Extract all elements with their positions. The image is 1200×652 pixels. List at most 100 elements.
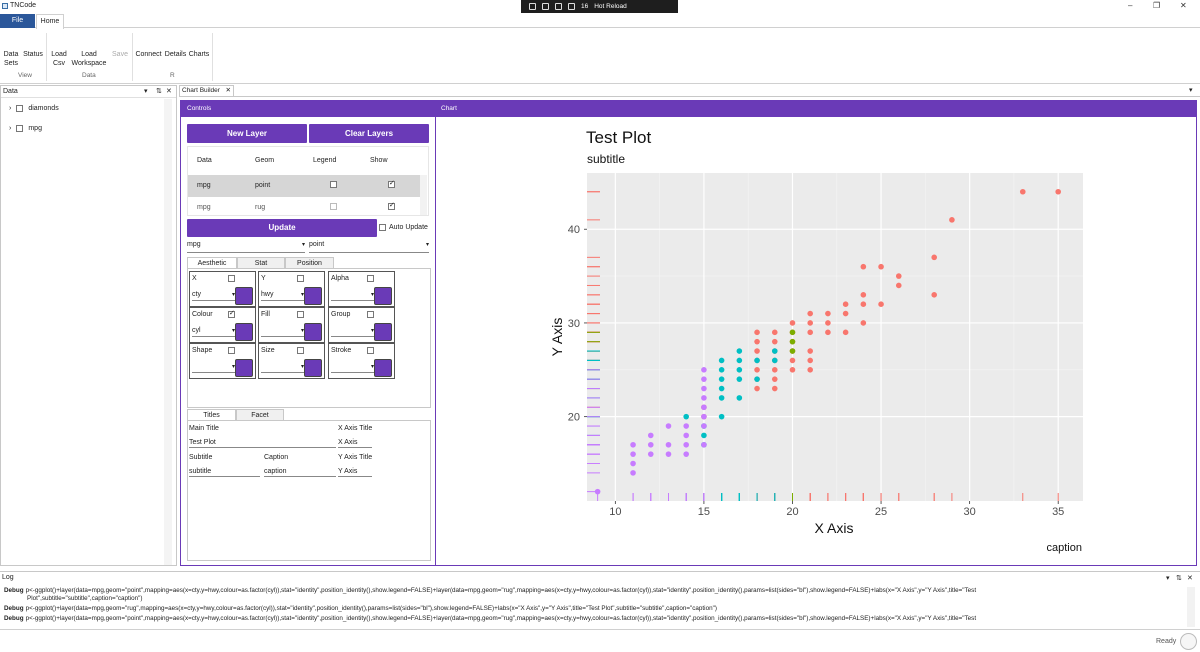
show-checkbox[interactable]: [388, 201, 395, 210]
caption-input[interactable]: caption: [264, 465, 336, 477]
data-sets-button[interactable]: Data Sets: [3, 50, 19, 68]
data-point: [825, 310, 831, 317]
load-workspace-button[interactable]: Load Workspace: [71, 50, 107, 68]
aes-select[interactable]: cty ▾: [192, 288, 236, 301]
close-tab-icon[interactable]: ✕: [226, 86, 231, 96]
dataset-checkbox[interactable]: [16, 105, 24, 112]
legend-checkbox[interactable]: [330, 181, 337, 188]
chevron-right-icon[interactable]: ›: [9, 125, 11, 132]
data-point: [647, 432, 654, 439]
data-point: [825, 329, 831, 336]
panel-menu-icon[interactable]: ▾: [1166, 574, 1170, 582]
color-swatch[interactable]: [374, 287, 392, 305]
geom-select[interactable]: point ▾: [309, 241, 429, 253]
track-focus-icon[interactable]: [555, 3, 562, 10]
aes-select[interactable]: ▾: [261, 324, 305, 337]
details-button[interactable]: Details: [164, 50, 187, 59]
close-panel-icon[interactable]: ✕: [166, 86, 172, 97]
display-layout-icon[interactable]: [542, 3, 549, 10]
maximize-icon[interactable]: ❐: [1153, 1, 1160, 10]
connect-button[interactable]: Connect: [134, 50, 163, 59]
status-button[interactable]: Status: [22, 50, 44, 59]
aes-checkbox[interactable]: [367, 347, 374, 354]
data-point: [594, 488, 601, 495]
panel-menu-icon[interactable]: ▾: [144, 86, 148, 97]
aes-checkbox[interactable]: [297, 311, 304, 318]
aes-select[interactable]: hwy ▾: [261, 288, 305, 301]
x-axis-title-input[interactable]: X Axis: [338, 436, 372, 448]
auto-update-toggle[interactable]: Auto Update: [379, 224, 428, 231]
show-checkbox[interactable]: [388, 179, 395, 188]
scrollbar[interactable]: [420, 175, 427, 215]
group-label-r: R: [170, 72, 175, 79]
aes-checkbox[interactable]: [228, 309, 235, 318]
data-point: [931, 254, 937, 261]
new-layer-button[interactable]: New Layer: [187, 124, 307, 143]
color-swatch[interactable]: [304, 287, 322, 305]
aes-select[interactable]: ▾: [331, 360, 375, 373]
tab-chart-builder[interactable]: Chart Builder ✕: [179, 85, 234, 96]
layer-row[interactable]: mpg point: [188, 175, 420, 197]
color-swatch[interactable]: [304, 323, 322, 341]
aes-select[interactable]: ▾: [331, 288, 375, 301]
clear-layers-button[interactable]: Clear Layers: [309, 124, 429, 143]
pin-icon[interactable]: ⇅: [1176, 574, 1182, 582]
binding-failures-count[interactable]: 16: [581, 3, 588, 10]
aes-select[interactable]: cyl ▾: [192, 324, 236, 337]
column-header: Legend: [313, 157, 337, 164]
chart-header: Chart: [436, 100, 1197, 117]
color-swatch[interactable]: [304, 359, 322, 377]
aes-shape: Shape ▾: [189, 343, 256, 379]
data-point: [736, 367, 743, 373]
aes-checkbox[interactable]: [297, 347, 304, 354]
aes-checkbox[interactable]: [297, 275, 304, 282]
aes-label: Fill: [261, 311, 270, 318]
save-button[interactable]: Save: [110, 50, 130, 59]
scrollbar[interactable]: [1187, 587, 1195, 627]
close-window-icon[interactable]: ✕: [1180, 1, 1187, 10]
aes-select[interactable]: ▾: [192, 360, 236, 373]
color-swatch[interactable]: [235, 359, 253, 377]
legend-checkbox[interactable]: [330, 203, 337, 210]
close-panel-icon[interactable]: ✕: [1187, 574, 1193, 582]
data-point: [701, 385, 707, 392]
tree-item-diamonds[interactable]: › diamonds: [9, 105, 59, 112]
data-point: [771, 367, 778, 373]
data-select[interactable]: mpg ▾: [187, 241, 305, 253]
tab-overflow-icon[interactable]: ▾: [1189, 86, 1193, 94]
dataset-checkbox[interactable]: [16, 125, 24, 132]
data-point: [683, 432, 689, 439]
pin-icon[interactable]: ⇅: [156, 86, 162, 97]
tab-home[interactable]: Home: [36, 14, 64, 29]
y-axis-title-input[interactable]: Y Axis: [338, 465, 372, 477]
aes-select[interactable]: ▾: [331, 324, 375, 337]
charts-button[interactable]: Charts: [188, 50, 210, 59]
hot-reload-label[interactable]: Hot Reload: [594, 3, 627, 10]
main-title-input[interactable]: Test Plot: [189, 436, 336, 448]
aes-checkbox[interactable]: [367, 275, 374, 282]
data-point: [771, 357, 778, 364]
aes-checkbox[interactable]: [367, 311, 374, 318]
chevron-right-icon[interactable]: ›: [9, 105, 11, 112]
subtitle-input[interactable]: subtitle: [189, 465, 260, 477]
aes-select[interactable]: ▾: [261, 360, 305, 373]
aes-checkbox[interactable]: [228, 347, 235, 354]
select-element-icon[interactable]: [529, 3, 536, 10]
layer-row[interactable]: mpg rug: [188, 197, 420, 219]
color-swatch[interactable]: [374, 359, 392, 377]
aes-colour: Colour cyl▾: [189, 307, 256, 343]
minimize-icon[interactable]: –: [1128, 1, 1132, 10]
aes-checkbox[interactable]: [228, 275, 235, 282]
data-point: [701, 441, 707, 448]
color-swatch[interactable]: [235, 287, 253, 305]
tree-item-mpg[interactable]: › mpg: [9, 125, 42, 132]
load-csv-button[interactable]: Load Csv: [49, 50, 69, 68]
color-swatch[interactable]: [374, 323, 392, 341]
tab-file[interactable]: File: [0, 14, 35, 28]
update-button[interactable]: Update: [187, 219, 377, 237]
color-swatch[interactable]: [235, 323, 253, 341]
auto-update-checkbox[interactable]: [379, 224, 386, 231]
scrollbar[interactable]: [164, 99, 172, 565]
log-entry: Debug p<-ggplot()+layer(data=mpg,geom="ru…: [4, 605, 717, 613]
adorner-icon[interactable]: [568, 3, 575, 10]
